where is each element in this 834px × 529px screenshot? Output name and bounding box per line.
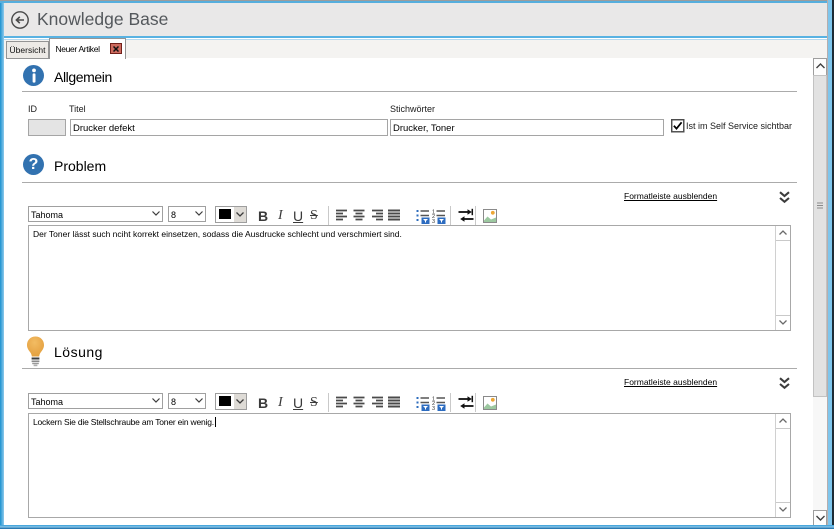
svg-text:3: 3 bbox=[432, 406, 435, 411]
svg-text:3: 3 bbox=[432, 219, 435, 224]
